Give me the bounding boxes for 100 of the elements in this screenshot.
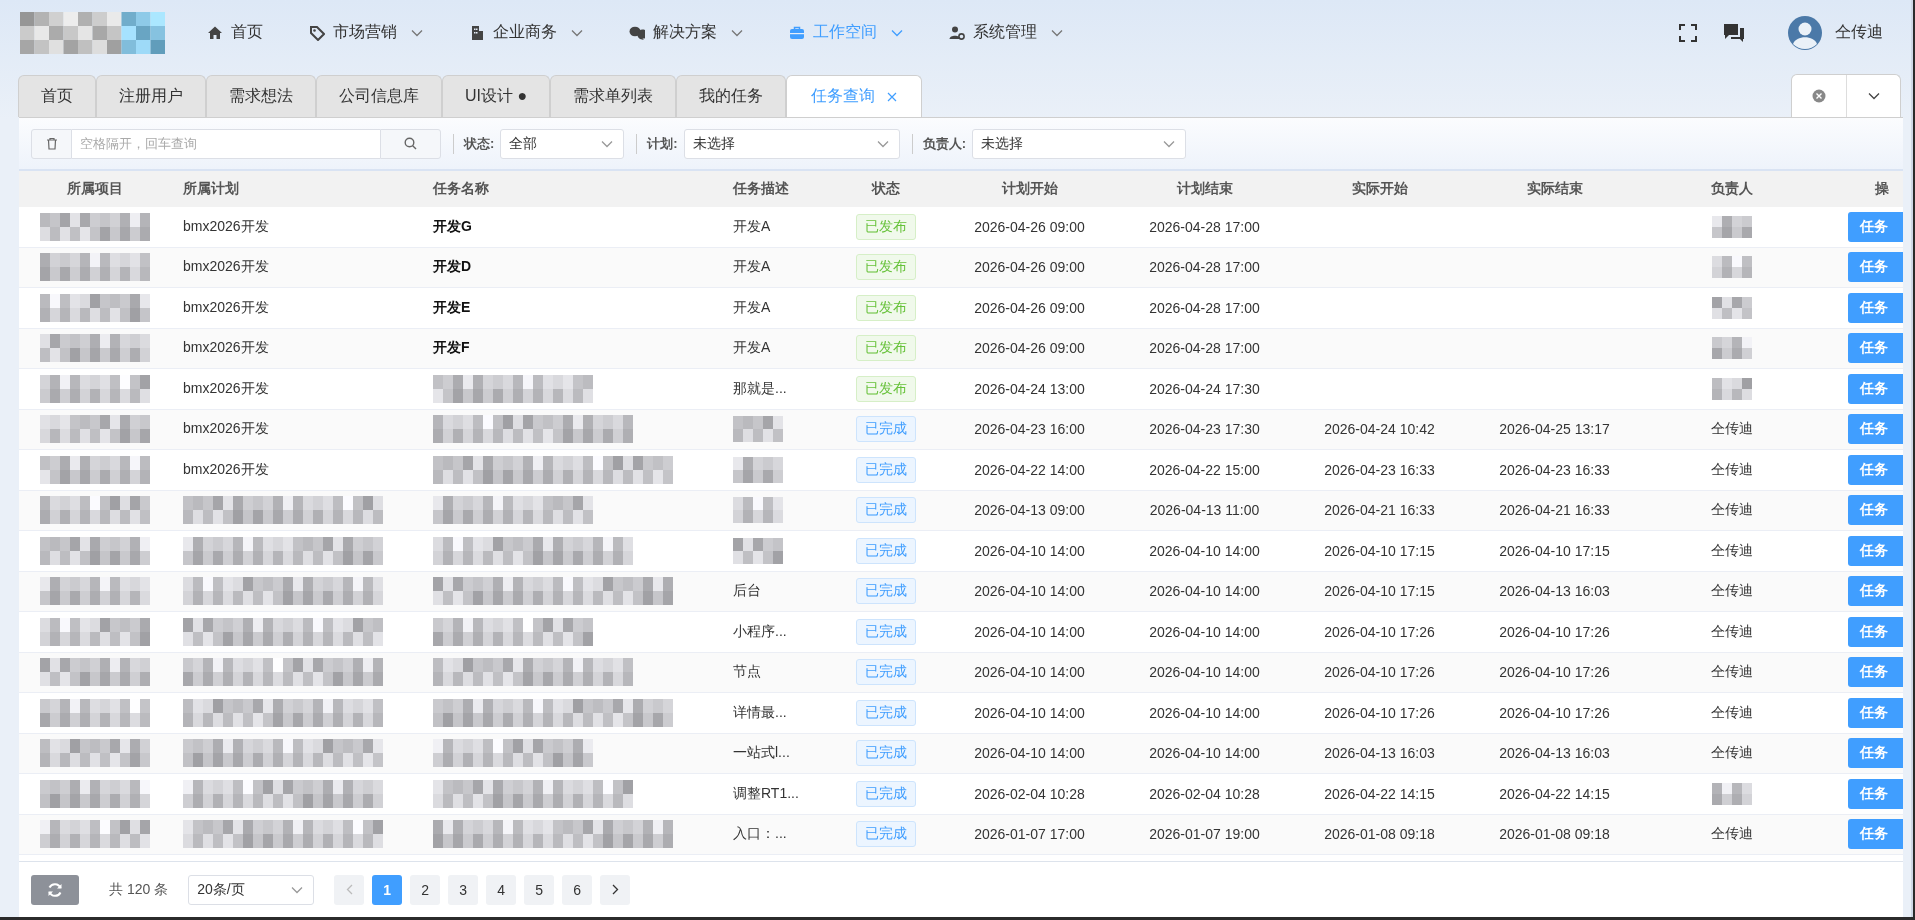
search-field[interactable]: 空格隔开，回车查询 <box>72 128 380 159</box>
page-tab[interactable]: 注册用户 <box>96 75 206 117</box>
table-row[interactable]: 已完成 2026-04-10 14:00 2026-04-10 14:00 2026-04-10 17:15 2026-04-10 17:15 仝传迪 任务 <box>19 531 1903 572</box>
table-cell: 2026-04-10 14:00 <box>1149 745 1260 762</box>
nav-menu-item[interactable]: 企业商务 <box>463 12 589 53</box>
status-tag: 已完成 <box>856 416 916 443</box>
status-tag: 已完成 <box>856 821 916 848</box>
table-cell: 仝传迪 <box>1711 420 1753 439</box>
column-header[interactable]: 实际结束 <box>1467 171 1642 207</box>
table-row[interactable]: 已完成 2026-04-13 09:00 2026-04-13 11:00 2026-04-21 16:33 2026-04-21 16:33 仝传迪 任务 <box>19 490 1903 531</box>
next-page-button[interactable] <box>600 874 631 905</box>
column-header[interactable]: 计划开始 <box>942 171 1117 207</box>
table-cell: 2026-04-26 09:00 <box>974 299 1085 316</box>
page-tab[interactable]: 需求单列表 <box>550 75 677 117</box>
table-cell: 2026-04-22 14:00 <box>974 461 1085 478</box>
column-header[interactable]: 所属项目 <box>19 171 170 207</box>
filter-label: 状态: <box>464 134 495 153</box>
table-cell: 开发D <box>433 258 472 277</box>
select-field[interactable]: 全部 <box>500 128 625 159</box>
table-cell: bmx2026开发 <box>183 258 269 277</box>
table-row[interactable]: bmx2026开发 已完成 2026-04-23 16:00 2026-04-23 17:30 2026-04-24 10:42 2026-04-25 13:17 仝传迪 任务 <box>19 409 1903 450</box>
page-button[interactable]: 2 <box>410 874 441 905</box>
column-header[interactable]: 任务名称 <box>420 171 720 207</box>
nav-menu-item[interactable]: 首页 <box>201 12 269 53</box>
search-button[interactable] <box>380 128 441 159</box>
table-cell: 2026-04-10 17:26 <box>1324 623 1435 640</box>
column-header[interactable]: 状态 <box>830 171 942 207</box>
page-tab[interactable]: 需求想法 <box>206 75 316 117</box>
table-row[interactable]: 调整RT1... 已完成 2026-02-04 10:28 2026-02-04 10:28 2026-04-22 14:15 2026-04-22 14:15 任务 <box>19 774 1903 815</box>
table-cell: 开发F <box>433 339 470 358</box>
table-cell: 2026-04-28 17:00 <box>1149 299 1260 316</box>
table-cell: 2026-04-23 17:30 <box>1149 421 1260 438</box>
refresh-button[interactable] <box>31 874 79 905</box>
status-tag: 已发布 <box>856 213 916 240</box>
table-cell: 仝传迪 <box>1711 663 1753 682</box>
table-cell: 2026-04-22 14:15 <box>1499 785 1610 802</box>
table-row[interactable]: bmx2026开发 开发F 开发A 已发布 2026-04-26 09:00 2026-04-28 17:00 任务 <box>19 328 1903 369</box>
table-cell: 后台 <box>733 582 761 601</box>
close-icon[interactable] <box>887 91 898 102</box>
page-button[interactable]: 4 <box>486 874 517 905</box>
briefcase-icon <box>789 24 805 41</box>
status-tag: 已完成 <box>856 578 916 605</box>
table-row[interactable]: 详情最... 已完成 2026-04-10 14:00 2026-04-10 14:00 2026-04-10 17:26 2026-04-10 17:26 仝传迪 任务 <box>19 693 1903 734</box>
table-cell: 2026-04-13 16:03 <box>1324 745 1435 762</box>
nav-menu-item[interactable]: 解决方案 <box>623 12 749 53</box>
select-field[interactable]: 未选择 <box>683 128 900 159</box>
refresh-icon <box>47 881 63 898</box>
column-header[interactable]: 实际开始 <box>1292 171 1467 207</box>
page-size-select[interactable]: 20条/页 <box>188 874 315 905</box>
table-row[interactable]: bmx2026开发 开发G 开发A 已发布 2026-04-26 09:00 2026-04-28 17:00 任务 <box>19 207 1903 248</box>
table-row[interactable]: 节点 已完成 2026-04-10 14:00 2026-04-10 14:00 2026-04-10 17:26 2026-04-10 17:26 仝传迪 任务 <box>19 652 1903 693</box>
table-cell: 2026-04-10 17:15 <box>1324 542 1435 559</box>
fullscreen-icon[interactable] <box>1679 23 1697 42</box>
table-cell: bmx2026开发 <box>183 217 269 236</box>
table-row[interactable]: bmx2026开发 开发D 开发A 已发布 2026-04-26 09:00 2026-04-28 17:00 任务 <box>19 247 1903 288</box>
caret-icon <box>731 28 743 37</box>
table-cell: 2026-04-10 14:00 <box>974 704 1085 721</box>
table-cell: 开发A <box>733 339 771 358</box>
select-field[interactable]: 未选择 <box>972 128 1187 159</box>
page-button[interactable]: 5 <box>524 874 555 905</box>
status-tag: 已完成 <box>856 618 916 645</box>
table-cell: 2026-04-22 15:00 <box>1149 461 1260 478</box>
table-cell: 2026-04-21 16:33 <box>1324 502 1435 519</box>
table-cell: 2026-04-13 16:03 <box>1499 583 1610 600</box>
table-cell: 2026-04-28 17:00 <box>1149 259 1260 276</box>
table-cell: 2026-04-26 09:00 <box>974 340 1085 357</box>
filter-label: 计划: <box>647 134 678 153</box>
nav-menu-item[interactable]: 市场营销 <box>303 12 429 53</box>
page-tab[interactable]: 公司信息库 <box>316 75 442 117</box>
column-header[interactable]: 计划结束 <box>1117 171 1292 207</box>
column-header[interactable]: 负责人 <box>1642 171 1822 207</box>
table-row[interactable]: 小程序... 已完成 2026-04-10 14:00 2026-04-10 14:00 2026-04-10 17:26 2026-04-10 17:26 仝传迪 任务 <box>19 612 1903 653</box>
table-row[interactable]: 一站式l... 已完成 2026-04-10 14:00 2026-04-10 14:00 2026-04-13 16:03 2026-04-13 16:03 仝传迪 任务 <box>19 733 1903 774</box>
column-header[interactable]: 所属计划 <box>170 171 420 207</box>
chevron-down-icon <box>291 885 304 894</box>
page-tab[interactable]: UI设计 ● <box>442 75 551 117</box>
table-row[interactable]: bmx2026开发 开发E 开发A 已发布 2026-04-26 09:00 2026-04-28 17:00 任务 <box>19 288 1903 329</box>
nav-menu-item[interactable]: 系统管理 <box>943 12 1069 53</box>
column-header[interactable]: 任务描述 <box>720 171 830 207</box>
page-button[interactable]: 6 <box>562 874 593 905</box>
user-name[interactable]: 仝传迪 <box>1835 22 1883 43</box>
page-button[interactable]: 3 <box>448 874 479 905</box>
table-row[interactable]: bmx2026开发 已完成 2026-04-22 14:00 2026-04-22 15:00 2026-04-23 16:33 2026-04-23 16:33 仝传迪 任务 <box>19 450 1903 491</box>
page-tab[interactable]: 首页 <box>18 75 96 117</box>
table-cell: bmx2026开发 <box>183 460 269 479</box>
table-cell: 2026-04-10 14:00 <box>1149 583 1260 600</box>
delete-button[interactable] <box>31 128 72 159</box>
table-cell: 仝传迪 <box>1711 582 1753 601</box>
table-row[interactable]: 后台 已完成 2026-04-10 14:00 2026-04-10 14:00 2026-04-10 17:15 2026-04-13 16:03 仝传迪 任务 <box>19 571 1903 612</box>
table-row[interactable]: bmx2026开发 那就是... 已发布 2026-04-24 13:00 2026-04-24 17:30 任务 <box>19 369 1903 410</box>
table-row[interactable]: 入口：... 已完成 2026-01-07 17:00 2026-01-07 19:00 2026-01-08 09:18 2026-01-08 09:18 仝传迪 任务 <box>19 814 1903 855</box>
table-cell: 2026-04-10 14:00 <box>974 623 1085 640</box>
avatar-icon[interactable] <box>1787 14 1823 51</box>
messages-icon[interactable] <box>1723 22 1745 43</box>
page-tab[interactable]: 我的任务 <box>676 75 787 117</box>
table-cell: 节点 <box>733 663 761 682</box>
table-cell: bmx2026开发 <box>183 420 269 439</box>
table-cell: 2026-04-28 17:00 <box>1149 218 1260 235</box>
column-header[interactable]: 操 <box>1822 171 1903 207</box>
table-cell: 2026-04-10 14:00 <box>1149 623 1260 640</box>
